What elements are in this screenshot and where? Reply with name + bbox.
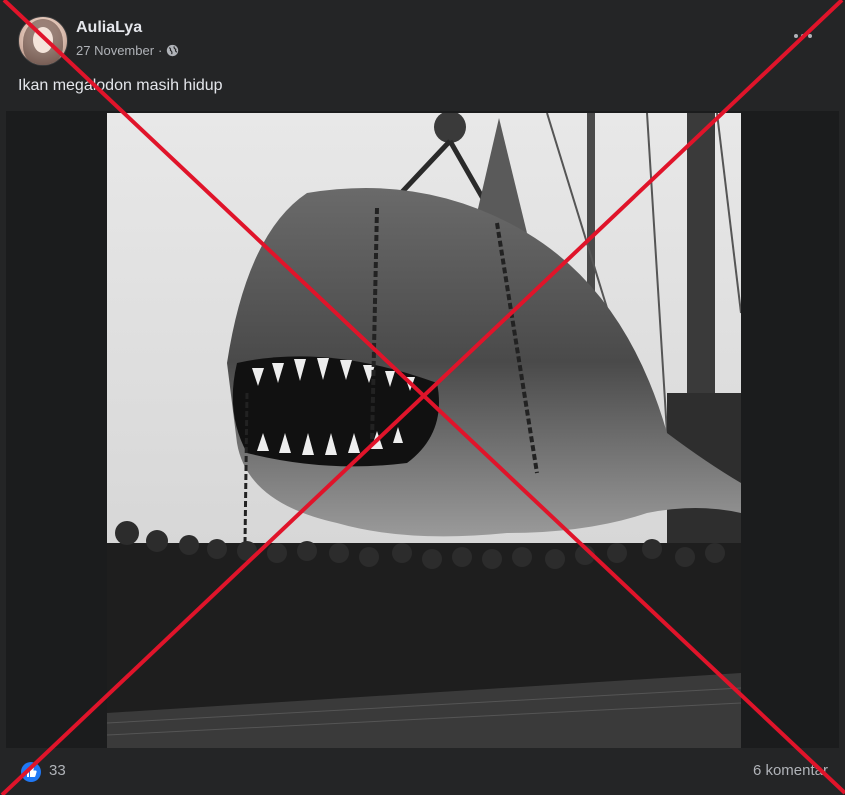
post-media[interactable] [6, 111, 839, 748]
shark-photo[interactable] [107, 113, 741, 748]
facebook-post: AuliaLya 27 November · Ikan megalodon ma… [0, 0, 845, 795]
author-name[interactable]: AuliaLya [76, 19, 142, 37]
comments-link[interactable]: 6 komentar [753, 762, 828, 779]
meta-separator: · [158, 43, 163, 58]
post-date[interactable]: 27 November [76, 43, 154, 58]
more-options-icon[interactable] [794, 28, 818, 44]
post-caption: Ikan megalodon masih hidup [18, 77, 223, 94]
avatar-face [33, 27, 53, 53]
post-footer: 33 6 komentar [18, 758, 828, 786]
globe-icon [167, 44, 179, 57]
shark-photo-illustration [107, 113, 741, 748]
post-header: AuliaLya 27 November · [18, 16, 828, 66]
post-meta: 27 November · [76, 43, 179, 58]
like-icon[interactable] [21, 762, 41, 782]
reaction-count[interactable]: 33 [49, 762, 66, 779]
avatar[interactable] [18, 16, 68, 66]
